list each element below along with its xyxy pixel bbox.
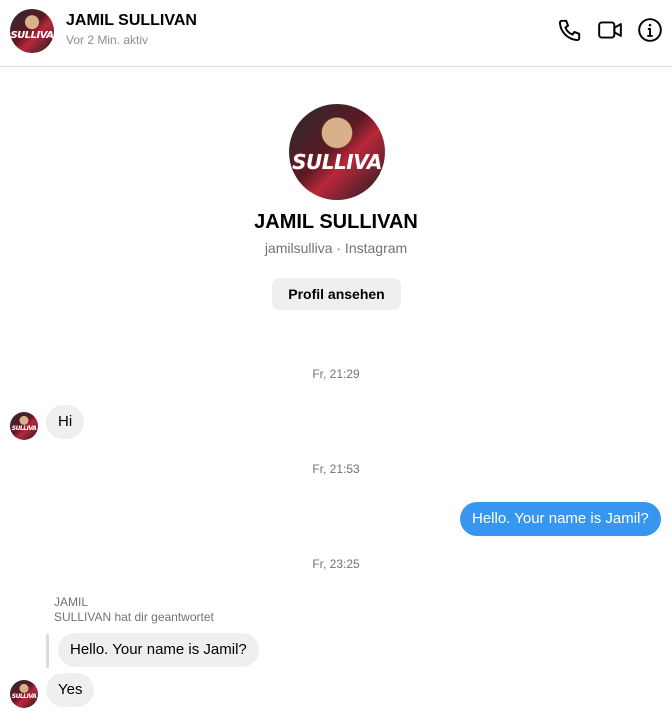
header-contact-name[interactable]: JAMIL SULLIVAN [66, 12, 197, 30]
incoming-message[interactable]: Hi [46, 405, 85, 439]
reply-context-line1: JAMIL [54, 595, 89, 609]
incoming-message[interactable]: Yes [46, 673, 95, 707]
profile-subtitle: jamilsulliva · Instagram [264, 240, 408, 256]
phone-icon[interactable] [557, 17, 583, 43]
avatar-logo-text: SULLIVA [11, 425, 37, 433]
timestamp: Fr, 21:53 [312, 462, 360, 476]
info-icon[interactable] [637, 17, 663, 43]
profile-avatar[interactable]: SULLIVA [289, 104, 385, 200]
outgoing-message[interactable]: Hello. Your name is Jamil? [460, 502, 661, 536]
view-profile-button[interactable]: Profil ansehen [272, 278, 401, 310]
timestamp: Fr, 23:25 [312, 557, 360, 571]
timestamp: Fr, 21:29 [312, 367, 360, 381]
avatar-logo-text: SULLIVA [10, 30, 54, 42]
reply-context-line2: SULLIVAN hat dir geantwortet [54, 610, 214, 624]
avatar-logo-text: SULLIVA [11, 693, 37, 701]
avatar-logo-text: SULLIVA [292, 150, 382, 175]
profile-name: JAMIL SULLIVAN [254, 211, 418, 233]
message-avatar[interactable]: SULLIVA [10, 680, 38, 708]
reply-context: JAMIL SULLIVAN hat dir geantwortet [54, 595, 214, 625]
quoted-message[interactable]: Hello. Your name is Jamil? [58, 633, 259, 667]
reply-quote-bar [46, 634, 49, 668]
video-camera-icon[interactable] [597, 17, 623, 43]
header-avatar[interactable]: SULLIVA [10, 9, 54, 53]
chat-header: SULLIVA JAMIL SULLIVAN Vor 2 Min. aktiv [0, 0, 672, 67]
header-active-status: Vor 2 Min. aktiv [66, 33, 149, 47]
message-avatar[interactable]: SULLIVA [10, 412, 38, 440]
